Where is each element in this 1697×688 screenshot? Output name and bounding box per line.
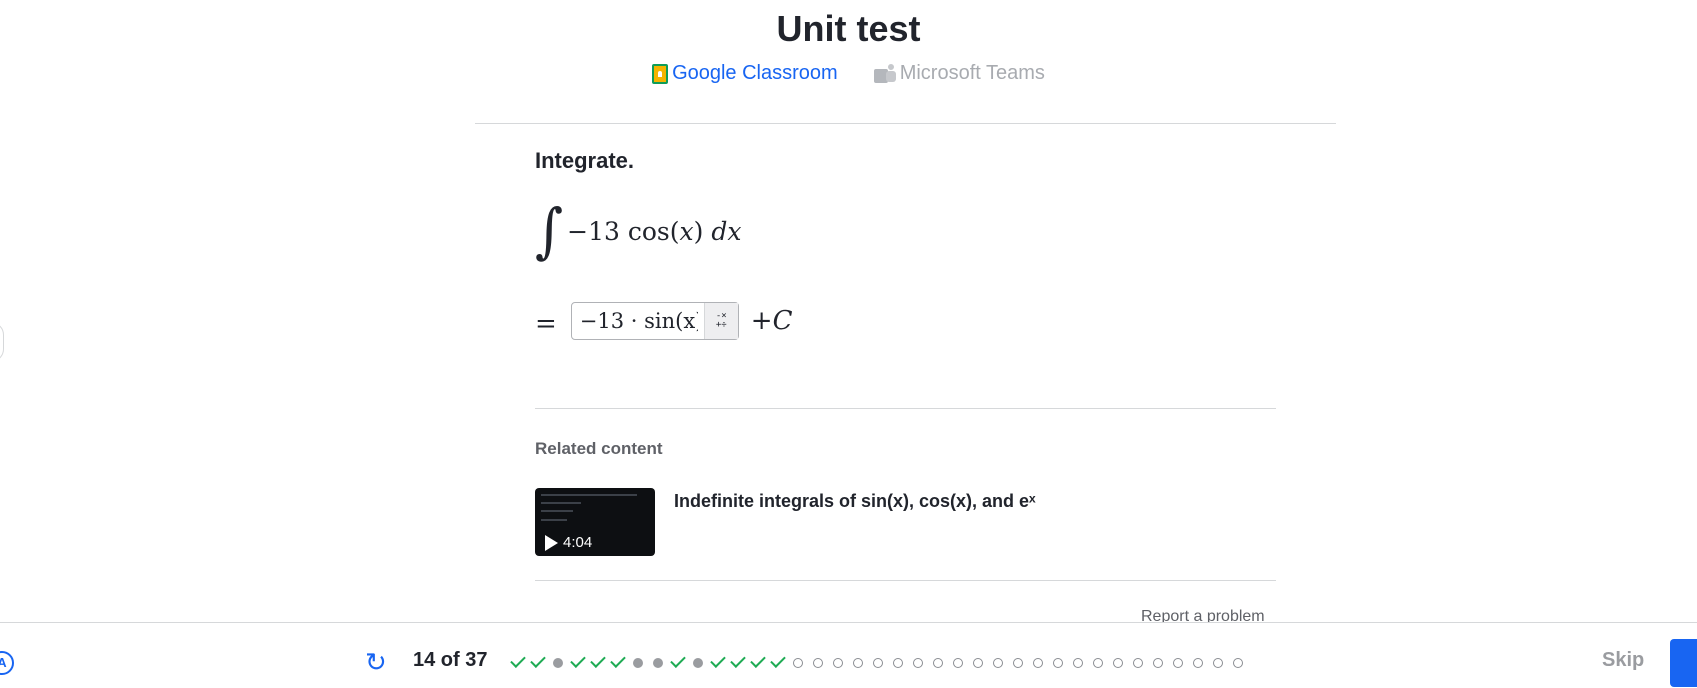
question-area: Integrate. ∫ −13 cos(x) dx = -× +÷ +C (535, 148, 1276, 340)
constant-of-integration: +C (750, 306, 793, 336)
progress-marks (508, 653, 1248, 673)
video-thumbnail[interactable]: 4:04 (535, 488, 655, 556)
progress-mark-correct (568, 653, 588, 673)
question-prompt: Integrate. (535, 148, 635, 173)
footer-bar: A ↻ 14 of 37 Skip (0, 622, 1697, 688)
progress-mark-correct (708, 653, 728, 673)
progress-mark-attempted (628, 653, 648, 673)
play-icon (545, 534, 558, 551)
progress-mark-todo (988, 653, 1008, 673)
progress-mark-attempted (648, 653, 668, 673)
progress-mark-todo (1208, 653, 1228, 673)
skip-button[interactable]: Skip (1602, 649, 1644, 672)
equals-sign: = (535, 309, 557, 339)
google-classroom-link[interactable]: Google Classroom (652, 62, 838, 85)
progress-mark-todo (928, 653, 948, 673)
progress-mark-todo (948, 653, 968, 673)
progress-mark-todo (1148, 653, 1168, 673)
video-duration: 4:04 (563, 534, 593, 551)
report-divider (535, 580, 1276, 581)
unit-test-page: Unit test Google Classroom Microsoft Tea… (0, 0, 1697, 688)
google-classroom-icon (652, 63, 669, 84)
progress-mark-correct (768, 653, 788, 673)
integral-expression: ∫ −13 cos(x) dx (535, 195, 741, 266)
progress-mark-correct (588, 653, 608, 673)
progress-mark-todo (908, 653, 928, 673)
progress-mark-todo (788, 653, 808, 673)
progress-mark-correct (748, 653, 768, 673)
microsoft-teams-icon (873, 63, 896, 84)
progress-mark-todo (1088, 653, 1108, 673)
progress-mark-todo (868, 653, 888, 673)
progress-mark-todo (808, 653, 828, 673)
redo-icon[interactable]: ↻ (365, 649, 391, 675)
answer-field: -× +÷ (570, 302, 739, 340)
share-row: Google Classroom Microsoft Teams (0, 62, 1697, 85)
progress-mark-todo (1128, 653, 1148, 673)
progress-mark-correct (728, 653, 748, 673)
progress-mark-correct (528, 653, 548, 673)
progress-mark-todo (888, 653, 908, 673)
progress-mark-todo (1068, 653, 1088, 673)
check-button[interactable] (1670, 639, 1697, 687)
page-title: Unit test (776, 8, 921, 49)
answer-row: = -× +÷ +C (535, 302, 792, 340)
progress-mark-correct (608, 653, 628, 673)
progress-mark-todo (1108, 653, 1128, 673)
video-title-link[interactable]: Indefinite integrals of sin(x), cos(x), … (674, 491, 1036, 512)
integrand-function: cos( (627, 216, 680, 246)
progress-mark-todo (968, 653, 988, 673)
microsoft-teams-link[interactable]: Microsoft Teams (873, 62, 1045, 85)
progress-mark-todo (848, 653, 868, 673)
integrand-variable: x (679, 216, 694, 246)
progress-mark-todo (1168, 653, 1188, 673)
integrand-close: ) (693, 216, 704, 246)
progress-mark-attempted (548, 653, 568, 673)
progress-mark-attempted (688, 653, 708, 673)
header-divider (475, 123, 1336, 124)
progress-mark-todo (1008, 653, 1028, 673)
progress-mark-correct (508, 653, 528, 673)
google-classroom-label: Google Classroom (672, 62, 838, 84)
integrand: −13 cos(x) dx (567, 217, 741, 246)
integrand-coefficient: −13 (567, 216, 620, 246)
microsoft-teams-label: Microsoft Teams (899, 62, 1045, 84)
accessibility-icon[interactable]: A (0, 651, 14, 675)
integral-sign: ∫ (535, 195, 564, 266)
video-play-row: 4:04 (545, 534, 592, 551)
progress-label: 14 of 37 (413, 649, 488, 671)
progress-mark-todo (828, 653, 848, 673)
progress-mark-correct (668, 653, 688, 673)
related-content-heading: Related content (535, 439, 663, 458)
progress-mark-todo (1228, 653, 1248, 673)
answer-input[interactable] (571, 303, 704, 339)
related-divider (535, 408, 1276, 409)
integrand-differential: dx (711, 216, 742, 246)
progress-mark-todo (1028, 653, 1048, 673)
progress-mark-todo (1048, 653, 1068, 673)
side-panel-handle[interactable] (0, 322, 4, 362)
math-keypad-toggle[interactable]: -× +÷ (703, 303, 738, 339)
progress-mark-todo (1188, 653, 1208, 673)
